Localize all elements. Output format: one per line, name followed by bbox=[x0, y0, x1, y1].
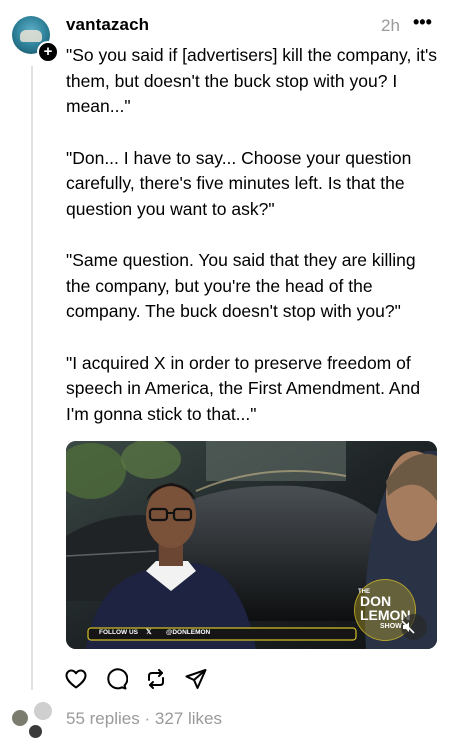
replier-avatars[interactable] bbox=[10, 700, 56, 740]
paragraph: "Same question. You said that they are k… bbox=[66, 250, 416, 321]
paragraph: "I acquired X in order to preserve freed… bbox=[66, 352, 421, 424]
paragraph: "So you said if [advertisers] kill the c… bbox=[66, 45, 438, 116]
likes-count[interactable]: 327 likes bbox=[155, 709, 222, 728]
post-text: "So you said if [advertisers] kill the c… bbox=[66, 43, 441, 453]
mute-icon[interactable] bbox=[401, 614, 427, 640]
x-logo-icon: 𝕏 bbox=[146, 629, 152, 636]
banner-follow-text: FOLLOW US bbox=[99, 629, 138, 636]
post-stats: 55 replies · 327 likes bbox=[66, 709, 222, 729]
share-icon[interactable] bbox=[184, 667, 208, 691]
thread-line bbox=[31, 66, 33, 690]
avatar bbox=[10, 708, 30, 728]
stats-separator: · bbox=[144, 709, 151, 728]
action-bar bbox=[64, 666, 208, 692]
post-time: 2h bbox=[381, 16, 400, 35]
post-avatar-wrap[interactable]: + bbox=[12, 16, 59, 63]
follow-plus-icon[interactable]: + bbox=[37, 41, 59, 63]
username[interactable]: vantazach bbox=[66, 15, 149, 35]
logo-show: SHOW bbox=[380, 623, 402, 630]
banner-handle-text: @DONLEMON bbox=[166, 629, 211, 636]
video-player[interactable]: FOLLOW US 𝕏 @DONLEMON THE DON LEMON SHOW bbox=[66, 441, 437, 649]
heart-icon[interactable] bbox=[64, 667, 88, 691]
avatar bbox=[32, 700, 54, 722]
more-options-icon[interactable]: ••• bbox=[413, 12, 432, 33]
repost-icon[interactable] bbox=[144, 667, 168, 691]
avatar bbox=[27, 723, 44, 740]
paragraph: "Don... I have to say... Choose your que… bbox=[66, 147, 412, 219]
comment-icon[interactable] bbox=[104, 667, 128, 691]
replies-count[interactable]: 55 replies bbox=[66, 709, 140, 728]
